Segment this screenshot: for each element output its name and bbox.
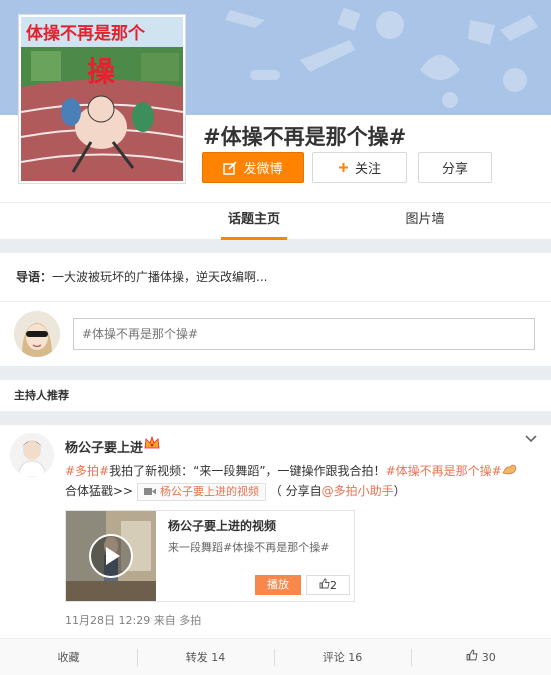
- card-like-button[interactable]: 2: [306, 575, 350, 595]
- chevron-down-icon[interactable]: [524, 433, 538, 447]
- share-label: 分享: [441, 162, 468, 177]
- intro-text: 一大波被玩坏的广播体操，逆天改编啊...: [52, 270, 268, 284]
- post-text-part: ）: [393, 484, 406, 498]
- composer-input[interactable]: [73, 318, 535, 350]
- avatar[interactable]: [14, 311, 60, 357]
- follow-button[interactable]: 关注: [312, 152, 407, 183]
- post-weibo-label: 发微博: [243, 162, 283, 177]
- crown-icon: [144, 435, 160, 453]
- post-time[interactable]: 11月28日 12:29: [65, 614, 150, 627]
- post-source[interactable]: 多拍: [179, 614, 201, 627]
- video-icon: [143, 487, 156, 496]
- tab-topic-home[interactable]: 话题主页: [221, 203, 287, 240]
- edit-icon: [223, 160, 238, 175]
- weibo-post: 杨公子要上进 #多拍#我拍了新视频：“来一段舞蹈”，一键操作跟我合拍！#体操不再…: [0, 425, 551, 675]
- play-icon[interactable]: [89, 534, 133, 578]
- post-avatar[interactable]: [10, 433, 54, 477]
- intro-label: 导语：: [16, 270, 53, 284]
- favorite-button[interactable]: 收藏: [0, 639, 137, 675]
- composer: [0, 301, 551, 366]
- share-button[interactable]: 分享: [418, 152, 492, 183]
- card-like-count: 2: [330, 578, 337, 592]
- like-count: 30: [481, 651, 496, 664]
- post-text-part: 我拍了新视频：“来一段舞蹈”，一键操作跟我合拍！: [109, 464, 386, 478]
- like-button[interactable]: 30: [411, 639, 551, 675]
- topic-tabs: 话题主页 图片墙: [0, 202, 551, 240]
- play-button[interactable]: 播放: [255, 575, 301, 595]
- host-recommend-header: 主持人推荐: [0, 380, 551, 412]
- topic-title: #体操不再是那个操#: [203, 125, 407, 149]
- post-username[interactable]: 杨公子要上进: [65, 437, 143, 456]
- post-content: #多拍#我拍了新视频：“来一段舞蹈”，一键操作跟我合拍！#体操不再是那个操# 合…: [65, 461, 540, 501]
- video-link[interactable]: 杨公子要上进的视频: [136, 482, 266, 501]
- hashtag-link[interactable]: #体操不再是那个操#: [386, 464, 502, 478]
- arm-emoji-icon: [502, 464, 518, 478]
- forward-button[interactable]: 转发 14: [137, 639, 274, 675]
- video-card-desc: 来一段舞蹈#体操不再是那个操#: [168, 541, 330, 554]
- plus-icon: [338, 162, 349, 173]
- post-actions: 收藏 转发 14 评论 16 30: [0, 638, 551, 675]
- post-meta: 11月28日 12:29 来自 多拍: [65, 612, 201, 628]
- video-card-title: 杨公子要上进的视频: [168, 519, 277, 533]
- comment-button[interactable]: 评论 16: [274, 639, 411, 675]
- post-from-label: 来自: [153, 614, 176, 627]
- video-card[interactable]: 杨公子要上进的视频 来一段舞蹈#体操不再是那个操# 播放 2: [65, 510, 355, 602]
- topic-intro: 导语：一大波被玩坏的广播体操，逆天改编啊...: [0, 253, 551, 301]
- tab-picture-wall[interactable]: 图片墙: [400, 203, 450, 240]
- video-link-label: 杨公子要上进的视频: [159, 484, 259, 498]
- hashtag-link[interactable]: #多拍#: [65, 464, 109, 478]
- cover-caption: 体操不再是那个: [26, 23, 146, 44]
- topic-cover-image: 体操不再是那个 操: [18, 14, 186, 184]
- video-thumbnail[interactable]: [66, 511, 156, 601]
- follow-label: 关注: [354, 162, 381, 177]
- post-weibo-button[interactable]: 发微博: [202, 152, 304, 183]
- mention-link[interactable]: @多拍小助手: [322, 484, 394, 498]
- thumbs-up-icon: [319, 578, 330, 592]
- cover-logo: 操: [87, 55, 115, 88]
- post-text-part: （ 分享自: [269, 484, 322, 498]
- thumbs-up-icon: [466, 649, 478, 664]
- post-text-part: 合体猛戳>>: [65, 484, 134, 498]
